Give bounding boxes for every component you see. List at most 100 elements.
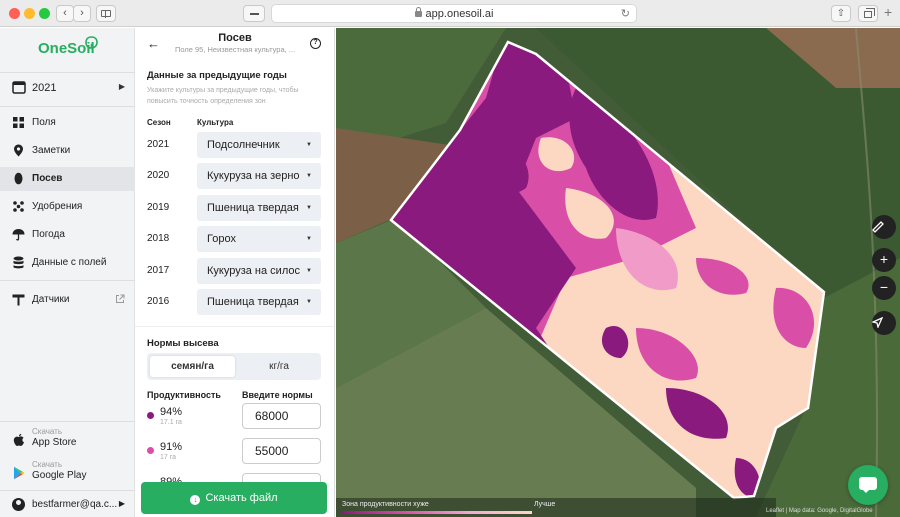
fertilizer-icon bbox=[13, 201, 24, 212]
season-year: 2020 bbox=[147, 170, 170, 181]
sidebar-item-notes[interactable]: Заметки bbox=[0, 139, 135, 163]
divider bbox=[135, 326, 334, 327]
account-menu[interactable]: bestfarmer@qa.c... ▶ bbox=[0, 491, 135, 517]
zone-productivity: 94% bbox=[160, 406, 183, 418]
crop-select[interactable]: Пшеница твердая ▼ bbox=[197, 195, 321, 221]
sidebar-item-sowing[interactable]: Посев bbox=[0, 167, 135, 191]
apple-icon bbox=[13, 433, 24, 446]
seeding-rates-title: Нормы высева bbox=[147, 338, 219, 349]
sidebar-item-weather[interactable]: Погода bbox=[0, 223, 135, 247]
crop-select[interactable]: Кукуруза на силос ▼ bbox=[197, 258, 321, 284]
new-tab-button[interactable]: + bbox=[884, 5, 892, 20]
caret-down-icon: ▼ bbox=[306, 205, 312, 211]
productivity-legend: Зона продуктивности хуже Лучше bbox=[336, 498, 776, 517]
locate-button[interactable] bbox=[872, 311, 896, 335]
download-icon: ↓ bbox=[190, 495, 201, 505]
share-button[interactable]: ⇧ bbox=[831, 5, 851, 22]
sidebar-toggle-button[interactable] bbox=[96, 5, 116, 22]
download-label: Скачать файл bbox=[205, 492, 278, 504]
caret-right-icon: ▶ bbox=[118, 82, 125, 91]
caret-down-icon: ▼ bbox=[306, 299, 312, 305]
history-description: Укажите культуры за предыдущие годы, что… bbox=[147, 87, 299, 105]
url-text: app.onesoil.ai bbox=[425, 8, 494, 20]
crop-select[interactable]: Горох ▼ bbox=[197, 226, 321, 252]
season-year: 2018 bbox=[147, 233, 170, 244]
reload-icon[interactable]: ↻ bbox=[621, 5, 630, 23]
zone-swatch bbox=[147, 412, 154, 419]
seed-rate-input[interactable]: 55000 bbox=[242, 438, 321, 464]
help-icon[interactable]: ? bbox=[310, 38, 321, 49]
caret-down-icon: ▼ bbox=[306, 173, 312, 179]
zone-area: 17.1 га bbox=[160, 419, 182, 426]
sidebar-icon bbox=[101, 10, 111, 18]
zoom-window-button[interactable] bbox=[39, 8, 50, 19]
calendar-icon bbox=[12, 81, 26, 94]
zone-row: 91% 17 га 55000 bbox=[147, 438, 327, 472]
legend-high-label: Лучше bbox=[534, 501, 556, 508]
minimize-window-button[interactable] bbox=[24, 8, 35, 19]
store-caption: Скачать bbox=[32, 427, 62, 436]
sidebar-item-sensors[interactable]: Датчики bbox=[0, 288, 135, 312]
app-store-link[interactable]: Скачать App Store bbox=[0, 425, 135, 455]
zoom-in-button[interactable]: + bbox=[872, 248, 896, 272]
crop-value: Кукуруза на зерно bbox=[207, 170, 300, 182]
download-file-button[interactable]: ↓ Скачать файл bbox=[141, 482, 327, 514]
caret-down-icon: ▼ bbox=[306, 268, 312, 274]
season-year: 2021 bbox=[147, 139, 170, 150]
store-caption: Скачать bbox=[32, 460, 62, 469]
crop-value: Пшеница твердая bbox=[207, 202, 299, 214]
locate-icon bbox=[872, 317, 883, 328]
seed-rate-input[interactable]: 68000 bbox=[242, 403, 321, 429]
browser-back-button[interactable]: ‹ bbox=[56, 5, 74, 22]
close-window-button[interactable] bbox=[9, 8, 20, 19]
store-name: App Store bbox=[32, 437, 77, 448]
reader-minus-button[interactable] bbox=[243, 5, 265, 22]
crop-select[interactable]: Пшеница твердая ▼ bbox=[197, 289, 321, 315]
ruler-icon[interactable] bbox=[872, 215, 896, 239]
legend-gradient bbox=[342, 511, 532, 514]
sidebar-item-label: Заметки bbox=[32, 145, 71, 156]
address-bar[interactable]: app.onesoil.ai ↻ bbox=[271, 4, 637, 23]
back-arrow-icon[interactable]: ← bbox=[147, 36, 160, 51]
google-play-icon bbox=[14, 466, 25, 480]
sidebar-item-fields[interactable]: Поля bbox=[0, 111, 135, 135]
sidebar-item-field-data[interactable]: Данные с полей bbox=[0, 251, 135, 275]
sidebar-item-fertilizers[interactable]: Удобрения bbox=[0, 195, 135, 219]
browser-forward-button[interactable]: › bbox=[73, 5, 91, 22]
history-title: Данные за предыдущие годы bbox=[147, 70, 287, 81]
sidebar-item-label: Погода bbox=[32, 229, 65, 240]
browser-toolbar: ‹ › app.onesoil.ai ↻ ⇧ + bbox=[0, 0, 900, 27]
ruler-glyph bbox=[872, 221, 884, 233]
crop-value: Горох bbox=[207, 233, 236, 245]
caret-right-icon: ▶ bbox=[118, 499, 125, 508]
map-attribution[interactable]: Leaflet | Map data: Google, DigitalGlobe bbox=[766, 508, 873, 514]
umbrella-icon bbox=[12, 229, 25, 241]
google-play-link[interactable]: Скачать Google Play bbox=[0, 458, 135, 488]
caret-down-icon: ▼ bbox=[306, 142, 312, 148]
sidebar-item-label: Датчики bbox=[32, 294, 70, 305]
fields-icon bbox=[13, 117, 24, 128]
database-icon bbox=[13, 256, 24, 269]
zoom-out-button[interactable]: − bbox=[872, 276, 896, 300]
unit-seeds-per-ha[interactable]: семян/га bbox=[150, 356, 235, 377]
sowing-panel: ← Посев Поле 95, Неизвестная культура, .… bbox=[135, 28, 335, 517]
tab-overview-button[interactable] bbox=[858, 5, 878, 22]
minus-icon bbox=[250, 13, 259, 15]
sidebar-item-label: Удобрения bbox=[32, 201, 83, 212]
seed-icon bbox=[14, 172, 23, 185]
main-sidebar: OneSoil 2021 ▶ Поля Заметки Посев Удобре… bbox=[0, 28, 135, 517]
chat-button[interactable] bbox=[848, 465, 888, 505]
crop-select[interactable]: Кукуруза на зерно ▼ bbox=[197, 163, 321, 189]
crop-select[interactable]: Подсолнечник ▼ bbox=[197, 132, 321, 158]
unit-kg-per-ha[interactable]: кг/га bbox=[239, 356, 319, 377]
unit-toggle: семян/га кг/га bbox=[147, 353, 321, 380]
satellite-map[interactable]: + − Зона продуктивности хуже Лучше Leafl… bbox=[336, 28, 900, 517]
norm-header: Введите нормы bbox=[242, 390, 313, 400]
pin-icon bbox=[14, 144, 23, 157]
season-year: 2017 bbox=[147, 265, 170, 276]
divider bbox=[0, 421, 135, 422]
divider bbox=[0, 280, 135, 281]
sensor-icon bbox=[12, 294, 25, 306]
sidebar-item-label: Данные с полей bbox=[32, 257, 107, 268]
season-selector[interactable]: 2021 ▶ bbox=[0, 75, 135, 102]
